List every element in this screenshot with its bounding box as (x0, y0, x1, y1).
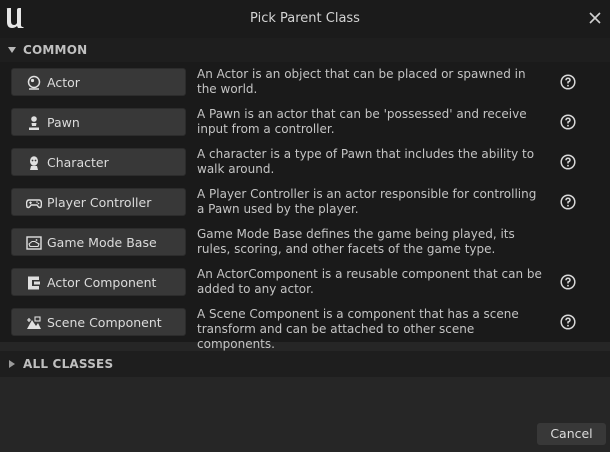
player-controller-class-label: Player Controller (47, 195, 152, 210)
list-item: Character A character is a type of Pawn … (0, 142, 610, 182)
help-icon[interactable] (560, 154, 576, 170)
close-icon[interactable] (586, 9, 604, 27)
help-icon[interactable] (560, 194, 576, 210)
help-icon[interactable] (560, 114, 576, 130)
actor-component-icon (28, 276, 40, 290)
section-all-classes-label: ALL CLASSES (23, 357, 114, 371)
actor-sphere-icon (27, 75, 41, 90)
actor-class-button[interactable]: Actor (11, 68, 186, 96)
character-description: A character is a type of Pawn that inclu… (197, 147, 535, 176)
list-item: Player Controller A Player Controller is… (0, 182, 610, 222)
section-all-classes-header[interactable]: ALL CLASSES (0, 351, 610, 377)
game-mode-base-description: Game Mode Base defines the game being pl… (197, 227, 515, 256)
help-icon[interactable] (560, 74, 576, 90)
section-common-label: COMMON (23, 43, 88, 57)
game-mode-base-class-label: Game Mode Base (47, 235, 157, 250)
scene-component-description: A Scene Component is a component that ha… (197, 307, 519, 351)
character-class-button[interactable]: Character (11, 148, 186, 176)
player-controller-description: A Player Controller is an actor responsi… (197, 187, 537, 216)
pawn-description: A Pawn is an actor that can be 'possesse… (197, 107, 527, 136)
pick-parent-class-dialog: Pick Parent Class COMMON Actor An Actor … (0, 0, 610, 452)
actor-description: An Actor is an object that can be placed… (197, 67, 526, 96)
common-class-list: Actor An Actor is an object that can be … (0, 62, 610, 351)
list-item: Scene Component A Scene Component is a c… (0, 302, 610, 351)
list-item: Game Mode Base Game Mode Base defines th… (0, 222, 610, 262)
scene-component-class-button[interactable]: Scene Component (11, 308, 186, 336)
actor-component-class-button[interactable]: Actor Component (11, 268, 186, 296)
actor-component-class-label: Actor Component (47, 275, 157, 290)
list-item: Pawn A Pawn is an actor that can be 'pos… (0, 102, 610, 142)
game-mode-icon (26, 236, 42, 250)
scene-component-class-label: Scene Component (47, 315, 162, 330)
pawn-class-label: Pawn (47, 115, 80, 130)
section-common-header[interactable]: COMMON (0, 38, 610, 62)
cancel-button[interactable]: Cancel (537, 423, 606, 445)
chevron-right-icon (9, 360, 15, 368)
pawn-class-button[interactable]: Pawn (11, 108, 186, 136)
scene-component-icon (27, 316, 41, 329)
help-icon[interactable] (560, 274, 576, 290)
pawn-icon (29, 116, 39, 130)
dialog-title: Pick Parent Class (250, 11, 360, 26)
character-icon (30, 156, 38, 170)
player-controller-class-button[interactable]: Player Controller (11, 188, 186, 216)
list-item: Actor An Actor is an object that can be … (0, 62, 610, 102)
list-item: Actor Component An ActorComponent is a r… (0, 262, 610, 302)
title-bar: Pick Parent Class (0, 0, 610, 38)
chevron-down-icon (8, 47, 16, 53)
game-mode-base-class-button[interactable]: Game Mode Base (11, 228, 186, 256)
help-icon[interactable] (560, 314, 576, 330)
gamepad-icon (26, 199, 42, 209)
actor-component-description: An ActorComponent is a reusable componen… (197, 267, 542, 296)
character-class-label: Character (47, 155, 109, 170)
actor-class-label: Actor (47, 75, 80, 90)
